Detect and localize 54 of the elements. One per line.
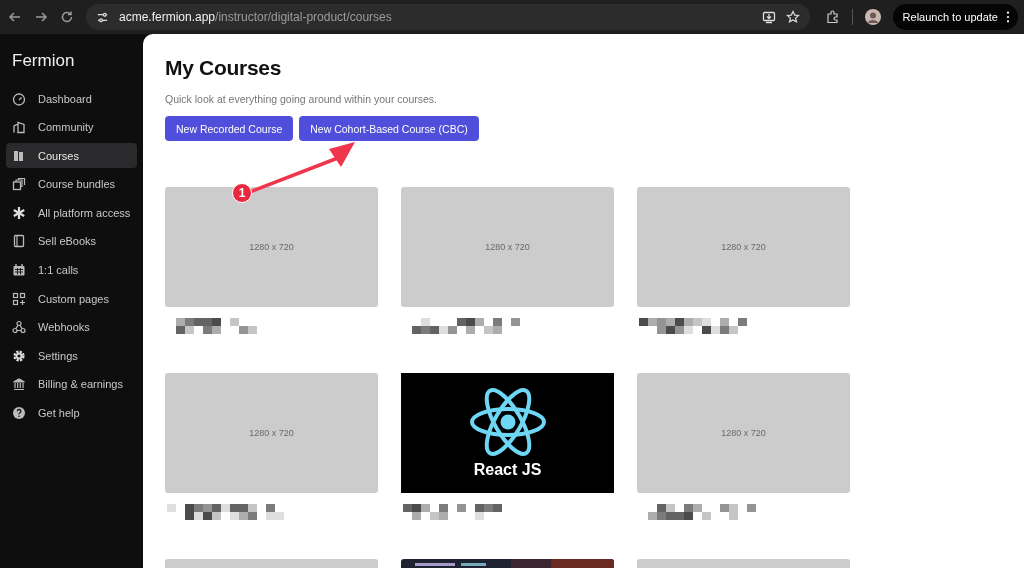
books-icon <box>12 148 26 163</box>
install-icon[interactable] <box>761 10 776 24</box>
new-course-button[interactable]: New Recorded Course <box>165 116 294 141</box>
sidebar-item[interactable]: Dashboard <box>6 86 137 111</box>
forward-icon[interactable] <box>34 10 48 24</box>
sidebar-item[interactable]: Webhooks <box>6 314 137 340</box>
webhook-icon <box>12 320 26 335</box>
asterisk-icon <box>12 205 26 220</box>
sidebar-item[interactable]: Settings <box>6 343 137 369</box>
thumbnail-placeholder[interactable]: 1280 x 720 <box>637 187 850 307</box>
sidebar-item[interactable]: Community <box>6 114 137 140</box>
sidebar-item[interactable]: Courses <box>6 143 137 169</box>
notebook-icon <box>12 234 26 249</box>
new-course-button[interactable]: New Cohort-Based Course (CBC) <box>299 116 479 141</box>
course-cover[interactable]: React JS <box>401 373 614 493</box>
atom-icon <box>467 387 548 457</box>
extensions-icon[interactable] <box>825 10 840 24</box>
brand-name: Fermion <box>11 50 76 72</box>
step-badge: 1 <box>232 183 252 203</box>
back-icon[interactable] <box>8 10 22 24</box>
sidebar-item[interactable]: Sell eBooks <box>6 228 137 254</box>
sidebar-item[interactable]: Custom pages <box>6 286 137 312</box>
address-bar[interactable]: acme.fermion.app/instructor/digital-product/courses <box>86 4 810 30</box>
stack-icon <box>12 177 26 192</box>
profile-avatar[interactable] <box>864 9 881 25</box>
sidebar-item[interactable]: 1:1 calls <box>6 257 137 283</box>
thumbnail-size-text: 1280 x 720 <box>721 428 766 438</box>
dashboard-icon <box>12 91 26 106</box>
bank-icon <box>12 377 26 392</box>
calendar-icon <box>12 263 26 278</box>
building-icon <box>12 120 26 135</box>
sidebar-item[interactable]: All platform access <box>6 200 137 226</box>
cover-title: React JS <box>473 461 542 479</box>
thumbnail-size-text: 1280 x 720 <box>249 428 294 438</box>
more-icon[interactable] <box>1006 11 1010 23</box>
site-settings-icon[interactable] <box>96 10 109 24</box>
sidebar-item[interactable]: Course bundles <box>6 171 137 197</box>
page-title: My Courses <box>165 56 283 80</box>
help-icon <box>12 406 26 421</box>
sidebar-item[interactable]: Get help <box>6 400 137 426</box>
star-icon[interactable] <box>785 10 800 24</box>
gear-icon <box>12 348 26 363</box>
thumbnail-size-text: 1280 x 720 <box>721 242 766 252</box>
relaunch-button[interactable]: Relaunch to update <box>892 4 1018 30</box>
grid-plus-icon <box>12 291 26 306</box>
thumbnail-placeholder[interactable]: 1280 x 720 <box>401 187 614 307</box>
url-text: acme.fermion.app/instructor/digital-product/courses <box>119 10 392 24</box>
thumbnail-size-text: 1280 x 720 <box>249 242 294 252</box>
reload-icon[interactable] <box>60 10 74 24</box>
sidebar-item[interactable]: Billing & earnings <box>6 371 137 397</box>
thumbnail-placeholder[interactable]: 1280 x 720 <box>637 373 850 493</box>
page-subtitle: Quick look at everything going around within your courses. <box>165 93 438 105</box>
thumbnail-placeholder[interactable]: 1280 x 720 <box>165 373 378 493</box>
thumbnail-size-text: 1280 x 720 <box>485 242 530 252</box>
